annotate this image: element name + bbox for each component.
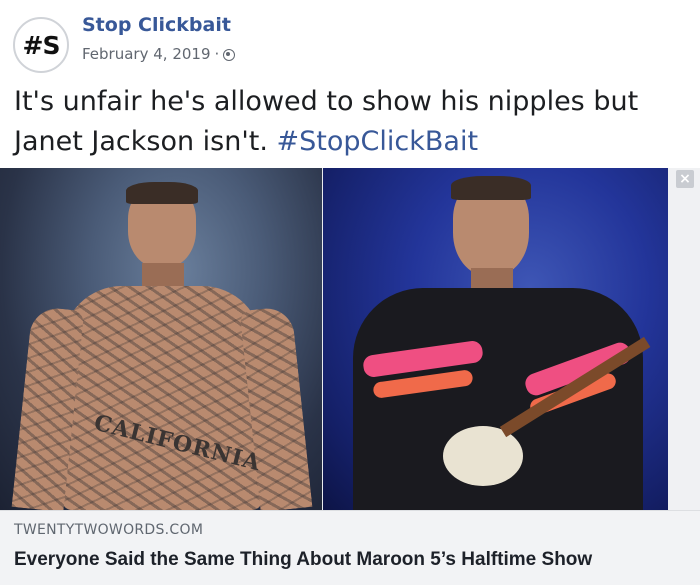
post-image[interactable]: CALIFORNIA × [0,168,700,510]
link-preview[interactable]: TWENTYTWOWORDS.COM Everyone Said the Sam… [0,510,700,585]
link-domain: TWENTYTWOWORDS.COM [14,522,204,538]
facebook-post: #S Stop Clickbait February 4, 2019 · It'… [0,0,700,585]
page-avatar[interactable]: #S [13,17,69,73]
right-figure-hair [451,176,531,200]
post-date[interactable]: February 4, 2019 [82,45,211,63]
close-icon[interactable]: × [676,170,694,188]
globe-icon[interactable] [223,49,236,61]
left-figure-torso [62,286,262,510]
image-right-panel [323,168,668,510]
guitar-body [443,426,523,486]
image-gutter [668,168,700,510]
post-meta: February 4, 2019 · [82,45,236,63]
page-name-link[interactable]: Stop Clickbait [82,14,231,36]
left-figure-hair [126,182,198,204]
image-left-panel: CALIFORNIA [0,168,322,510]
hashtag-link[interactable]: #StopClickBait [277,126,479,157]
meta-separator: · [214,45,220,63]
link-title[interactable]: Everyone Said the Same Thing About Maroo… [14,549,592,571]
post-text: It's unfair he's allowed to show his nip… [14,82,689,162]
avatar-text: #S [22,30,61,60]
